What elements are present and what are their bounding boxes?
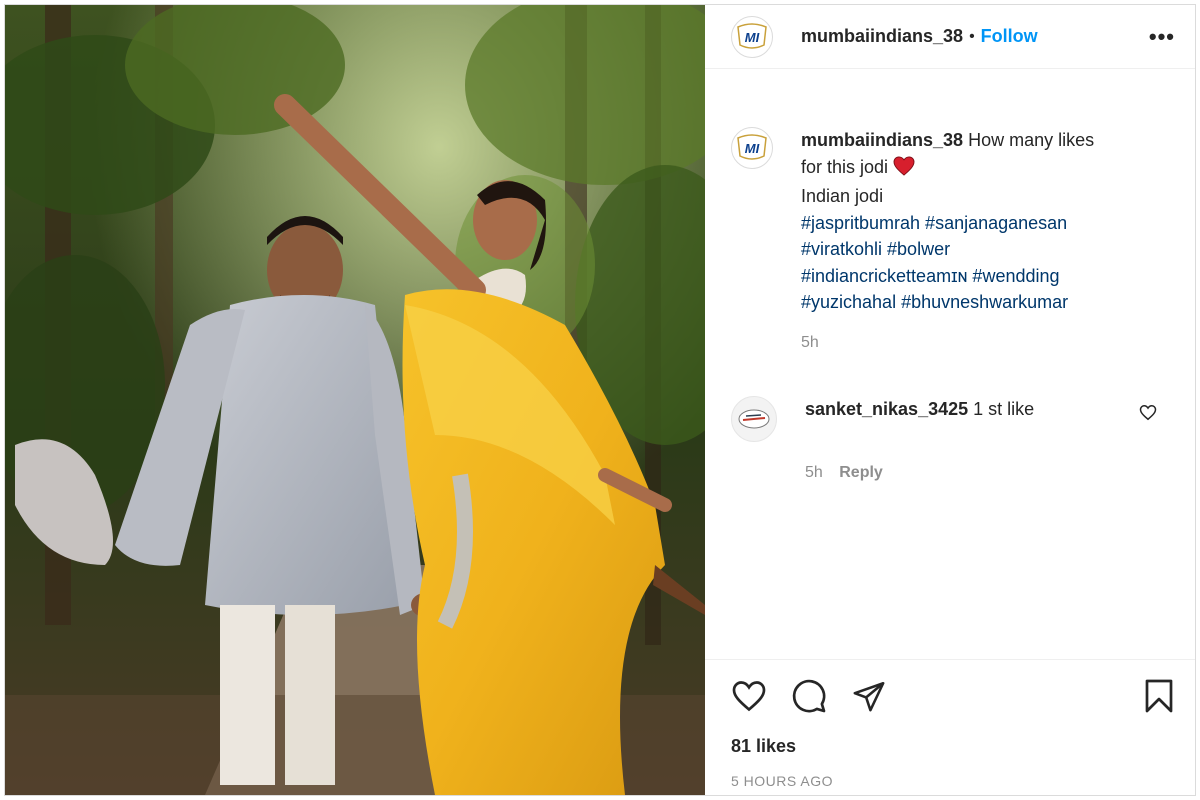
separator-dot: • [969, 27, 975, 45]
red-heart-icon [893, 155, 915, 184]
instagram-post: MI mumbaiindians_38 • Follow ••• MI mumb… [4, 4, 1196, 796]
more-options-button[interactable]: ••• [1149, 24, 1175, 50]
svg-text:MI: MI [745, 30, 760, 45]
save-button[interactable] [1143, 678, 1175, 714]
post-photo[interactable] [5, 5, 705, 795]
mi-logo-icon: MI [737, 22, 767, 49]
share-button[interactable] [851, 679, 887, 713]
author-username[interactable]: mumbaiindians_38 [801, 26, 963, 47]
post-image [5, 5, 705, 795]
caption-username[interactable]: mumbaiindians_38 [801, 130, 963, 150]
post-caption: MI mumbaiindians_38 How many likes for t… [731, 127, 1175, 316]
caption-line-3: Indian jodi [801, 186, 884, 206]
comment-item: sanket_nikas_3425 1 st like [731, 395, 1175, 442]
heart-outline-icon [1139, 404, 1157, 420]
comment-age: 5h [805, 463, 823, 481]
author-avatar[interactable]: MI [731, 15, 773, 58]
caption-line-1: How many likes [968, 130, 1095, 150]
like-count[interactable]: 81 likes [731, 736, 1175, 757]
bookmark-icon [1145, 679, 1173, 713]
comments-section: MI mumbaiindians_38 How many likes for t… [705, 69, 1195, 659]
caption-age[interactable]: 5h [801, 334, 1175, 352]
comment-meta: 5h Reply [805, 464, 1175, 482]
post-side-panel: MI mumbaiindians_38 • Follow ••• MI mumb… [705, 5, 1195, 795]
commenter-username[interactable]: sanket_nikas_3425 [805, 399, 968, 419]
comment-text: sanket_nikas_3425 1 st like [805, 396, 1034, 442]
hashtag-line[interactable]: #jaspritbumrah #sanjanaganesan [801, 210, 1094, 237]
post-footer: 81 likes 5 HOURS AGO [705, 659, 1195, 795]
caption-line-2: for this jodi [801, 156, 889, 177]
comment-like-button[interactable] [1139, 404, 1157, 426]
caption-text: mumbaiindians_38 How many likes for this… [801, 127, 1094, 316]
hashtag-line[interactable]: #indiancricketteamɪɴ #wendding [801, 263, 1094, 290]
like-button[interactable] [731, 679, 767, 713]
caption-author-avatar[interactable]: MI [731, 127, 773, 169]
heart-outline-icon [732, 681, 766, 712]
hashtag-line[interactable]: #yuzichahal #bhuvneshwarkumar [801, 289, 1094, 316]
comment-content: 1 st like [973, 398, 1035, 419]
post-header: MI mumbaiindians_38 • Follow ••• [705, 5, 1195, 69]
svg-text:MI: MI [745, 141, 760, 156]
commenter-avatar-image [738, 409, 770, 428]
hashtag-line[interactable]: #viratkohli #bolwer [801, 236, 1094, 263]
commenter-avatar[interactable] [731, 395, 777, 442]
mi-logo-icon: MI [737, 134, 767, 160]
comment-button[interactable] [791, 678, 827, 714]
follow-button[interactable]: Follow [981, 26, 1038, 47]
comment-bubble-icon [792, 679, 826, 713]
paper-plane-icon [853, 681, 885, 712]
action-bar [731, 676, 1175, 716]
post-timestamp[interactable]: 5 HOURS AGO [731, 773, 1175, 789]
reply-button[interactable]: Reply [839, 464, 883, 481]
